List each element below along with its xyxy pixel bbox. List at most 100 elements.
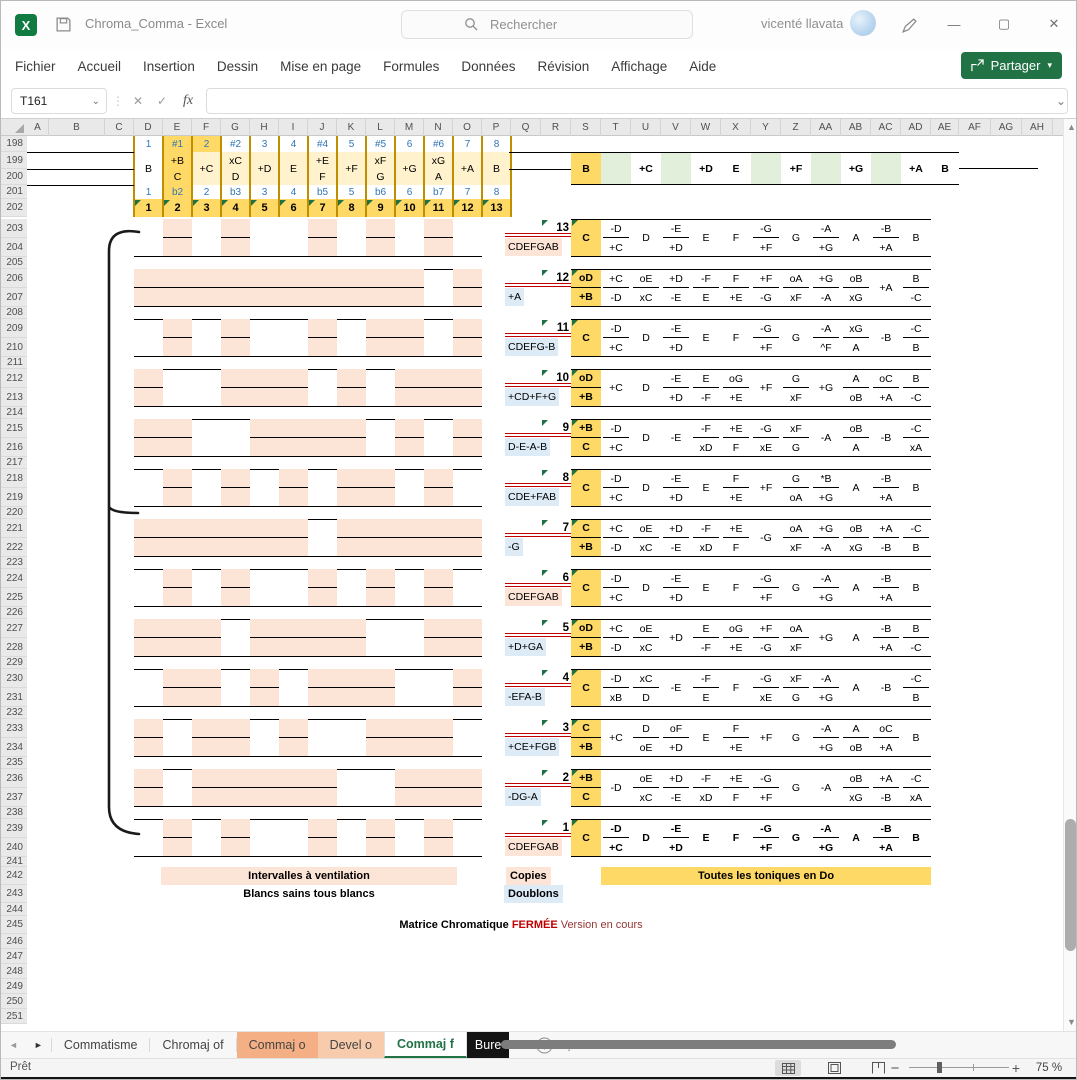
note-cell-top[interactable]: +D [661,770,691,787]
note-cell-top[interactable]: +E [721,520,751,537]
note-cell-top[interactable]: -E [661,570,691,587]
note-cell-bottom[interactable]: oE [631,739,661,756]
column-header-J[interactable]: J [308,119,337,136]
note-cell-bottom[interactable]: xD [691,539,721,556]
note-cell[interactable]: E [691,319,721,357]
note-name-cell[interactable]: +A [453,152,482,185]
note-cell-bottom[interactable]: +E [721,739,751,756]
note-cell-top[interactable]: -G [751,570,781,587]
green-header-fill[interactable] [811,152,841,185]
note-cell-bottom[interactable]: xF [781,539,811,556]
note-cell-bottom[interactable]: D [631,689,661,706]
note-cell-top[interactable]: -F [691,270,721,287]
interval-upper-cell[interactable]: 8 [482,136,511,152]
note-cell-top[interactable]: xF [781,670,811,687]
interval-upper-cell[interactable]: #6 [424,136,453,152]
note-name-cell[interactable]: +G [395,152,424,185]
note-cell-top[interactable]: -G [751,770,781,787]
note-cell-top[interactable]: xC [631,670,661,687]
note-cell-top[interactable]: +C [601,520,631,537]
note-cell-top[interactable]: oG [721,370,751,387]
note-cell-top[interactable]: oB [841,520,871,537]
sheet-tab-commaj-o[interactable]: Commaj o [237,1032,318,1058]
scale-header-cell[interactable]: +G [841,152,871,185]
note-cell[interactable]: D [631,819,661,857]
note-cell-bottom[interactable]: +D [661,339,691,356]
note-cell-top[interactable]: -D [601,220,631,237]
note-cell-top[interactable]: -A [811,320,841,337]
note-cell[interactable]: -G [751,519,781,557]
row-header-219[interactable]: 219 [1,488,27,507]
note-cell[interactable]: +F [751,369,781,407]
note-cell-bottom[interactable]: -A [811,289,841,306]
interval-upper-cell[interactable]: 2 [192,136,221,152]
block-label[interactable]: +CD+F+G [505,388,559,406]
tonic-value[interactable]: C [571,819,601,857]
note-cell-bottom[interactable]: G [781,439,811,456]
note-cell-top[interactable]: oB [841,270,871,287]
row-header-203[interactable]: 203 [1,219,27,238]
column-header-Z[interactable]: Z [781,119,811,136]
note-cell-top[interactable]: D [631,720,661,737]
row-header-239[interactable]: 239 [1,819,27,838]
note-cell[interactable]: -D [601,769,631,807]
note-cell-bottom[interactable]: E [691,689,721,706]
note-cell-top[interactable]: -B [871,620,901,637]
note-name-cell[interactable]: D [221,168,250,185]
column-header-C[interactable]: C [105,119,134,136]
tonic-bottom[interactable]: +B [571,638,601,656]
row-header-222[interactable]: 222 [1,538,27,557]
block-label[interactable]: -G [505,538,523,556]
tonic-top[interactable]: oD [571,619,601,637]
note-cell-top[interactable]: -A [811,820,841,837]
note-name-cell[interactable]: F [308,168,337,185]
block-label[interactable]: CDEFG-B [505,338,558,356]
note-cell-top[interactable]: -C [901,520,931,537]
row-header-209[interactable]: 209 [1,319,27,338]
note-cell[interactable]: A [841,219,871,257]
note-cell-bottom[interactable]: +F [751,589,781,606]
note-cell-bottom[interactable]: -F [691,639,721,656]
row-header-206[interactable]: 206 [1,269,27,288]
note-cell[interactable]: G [781,719,811,757]
note-cell-bottom[interactable]: +G [811,739,841,756]
scale-header-cell[interactable]: +D [691,152,721,185]
note-cell-top[interactable]: oE [631,270,661,287]
note-cell-bottom[interactable]: B [901,539,931,556]
note-cell[interactable]: D [631,419,661,457]
scroll-down-icon[interactable]: ▼ [1067,1017,1076,1027]
sheet-tab-commatisme[interactable]: Commatisme [52,1032,150,1058]
tonic-value[interactable]: C [571,219,601,257]
note-cell-bottom[interactable]: +A [871,589,901,606]
column-header-Y[interactable]: Y [751,119,781,136]
row-header-241[interactable]: 241 [1,857,27,867]
row-header-215[interactable]: 215 [1,419,27,438]
note-cell-bottom[interactable]: xE [751,689,781,706]
interval-lower-cell[interactable]: 5 [337,185,366,199]
note-cell[interactable]: +F [751,469,781,507]
sheet-tab-chromaj-of[interactable]: Chromaj of [150,1032,235,1058]
row-header-207[interactable]: 207 [1,288,27,307]
column-header-G[interactable]: G [221,119,250,136]
column-header-O[interactable]: O [453,119,482,136]
column-header-AD[interactable]: AD [901,119,931,136]
note-cell-bottom[interactable]: F [721,439,751,456]
interval-lower-cell[interactable]: 7 [453,185,482,199]
tonic-bottom[interactable]: C [571,438,601,456]
note-cell-bottom[interactable]: -A [811,539,841,556]
column-header-B[interactable]: B [49,119,105,136]
column-header-AE[interactable]: AE [931,119,959,136]
column-header-AG[interactable]: AG [991,119,1022,136]
note-cell-bottom[interactable]: +E [721,639,751,656]
note-cell-top[interactable]: B [901,370,931,387]
interval-lower-cell[interactable]: 1 [134,185,163,199]
interval-upper-cell[interactable]: 4 [279,136,308,152]
note-cell-bottom[interactable]: oB [841,739,871,756]
note-cell-bottom[interactable]: xA [901,789,931,806]
note-cell[interactable]: E [691,819,721,857]
horizontal-scroll-thumb[interactable] [501,1040,896,1049]
note-cell-top[interactable]: -G [751,220,781,237]
green-header-fill[interactable] [601,152,631,185]
note-cell-bottom[interactable]: -E [661,539,691,556]
row-header-198[interactable]: 198 [1,136,27,152]
